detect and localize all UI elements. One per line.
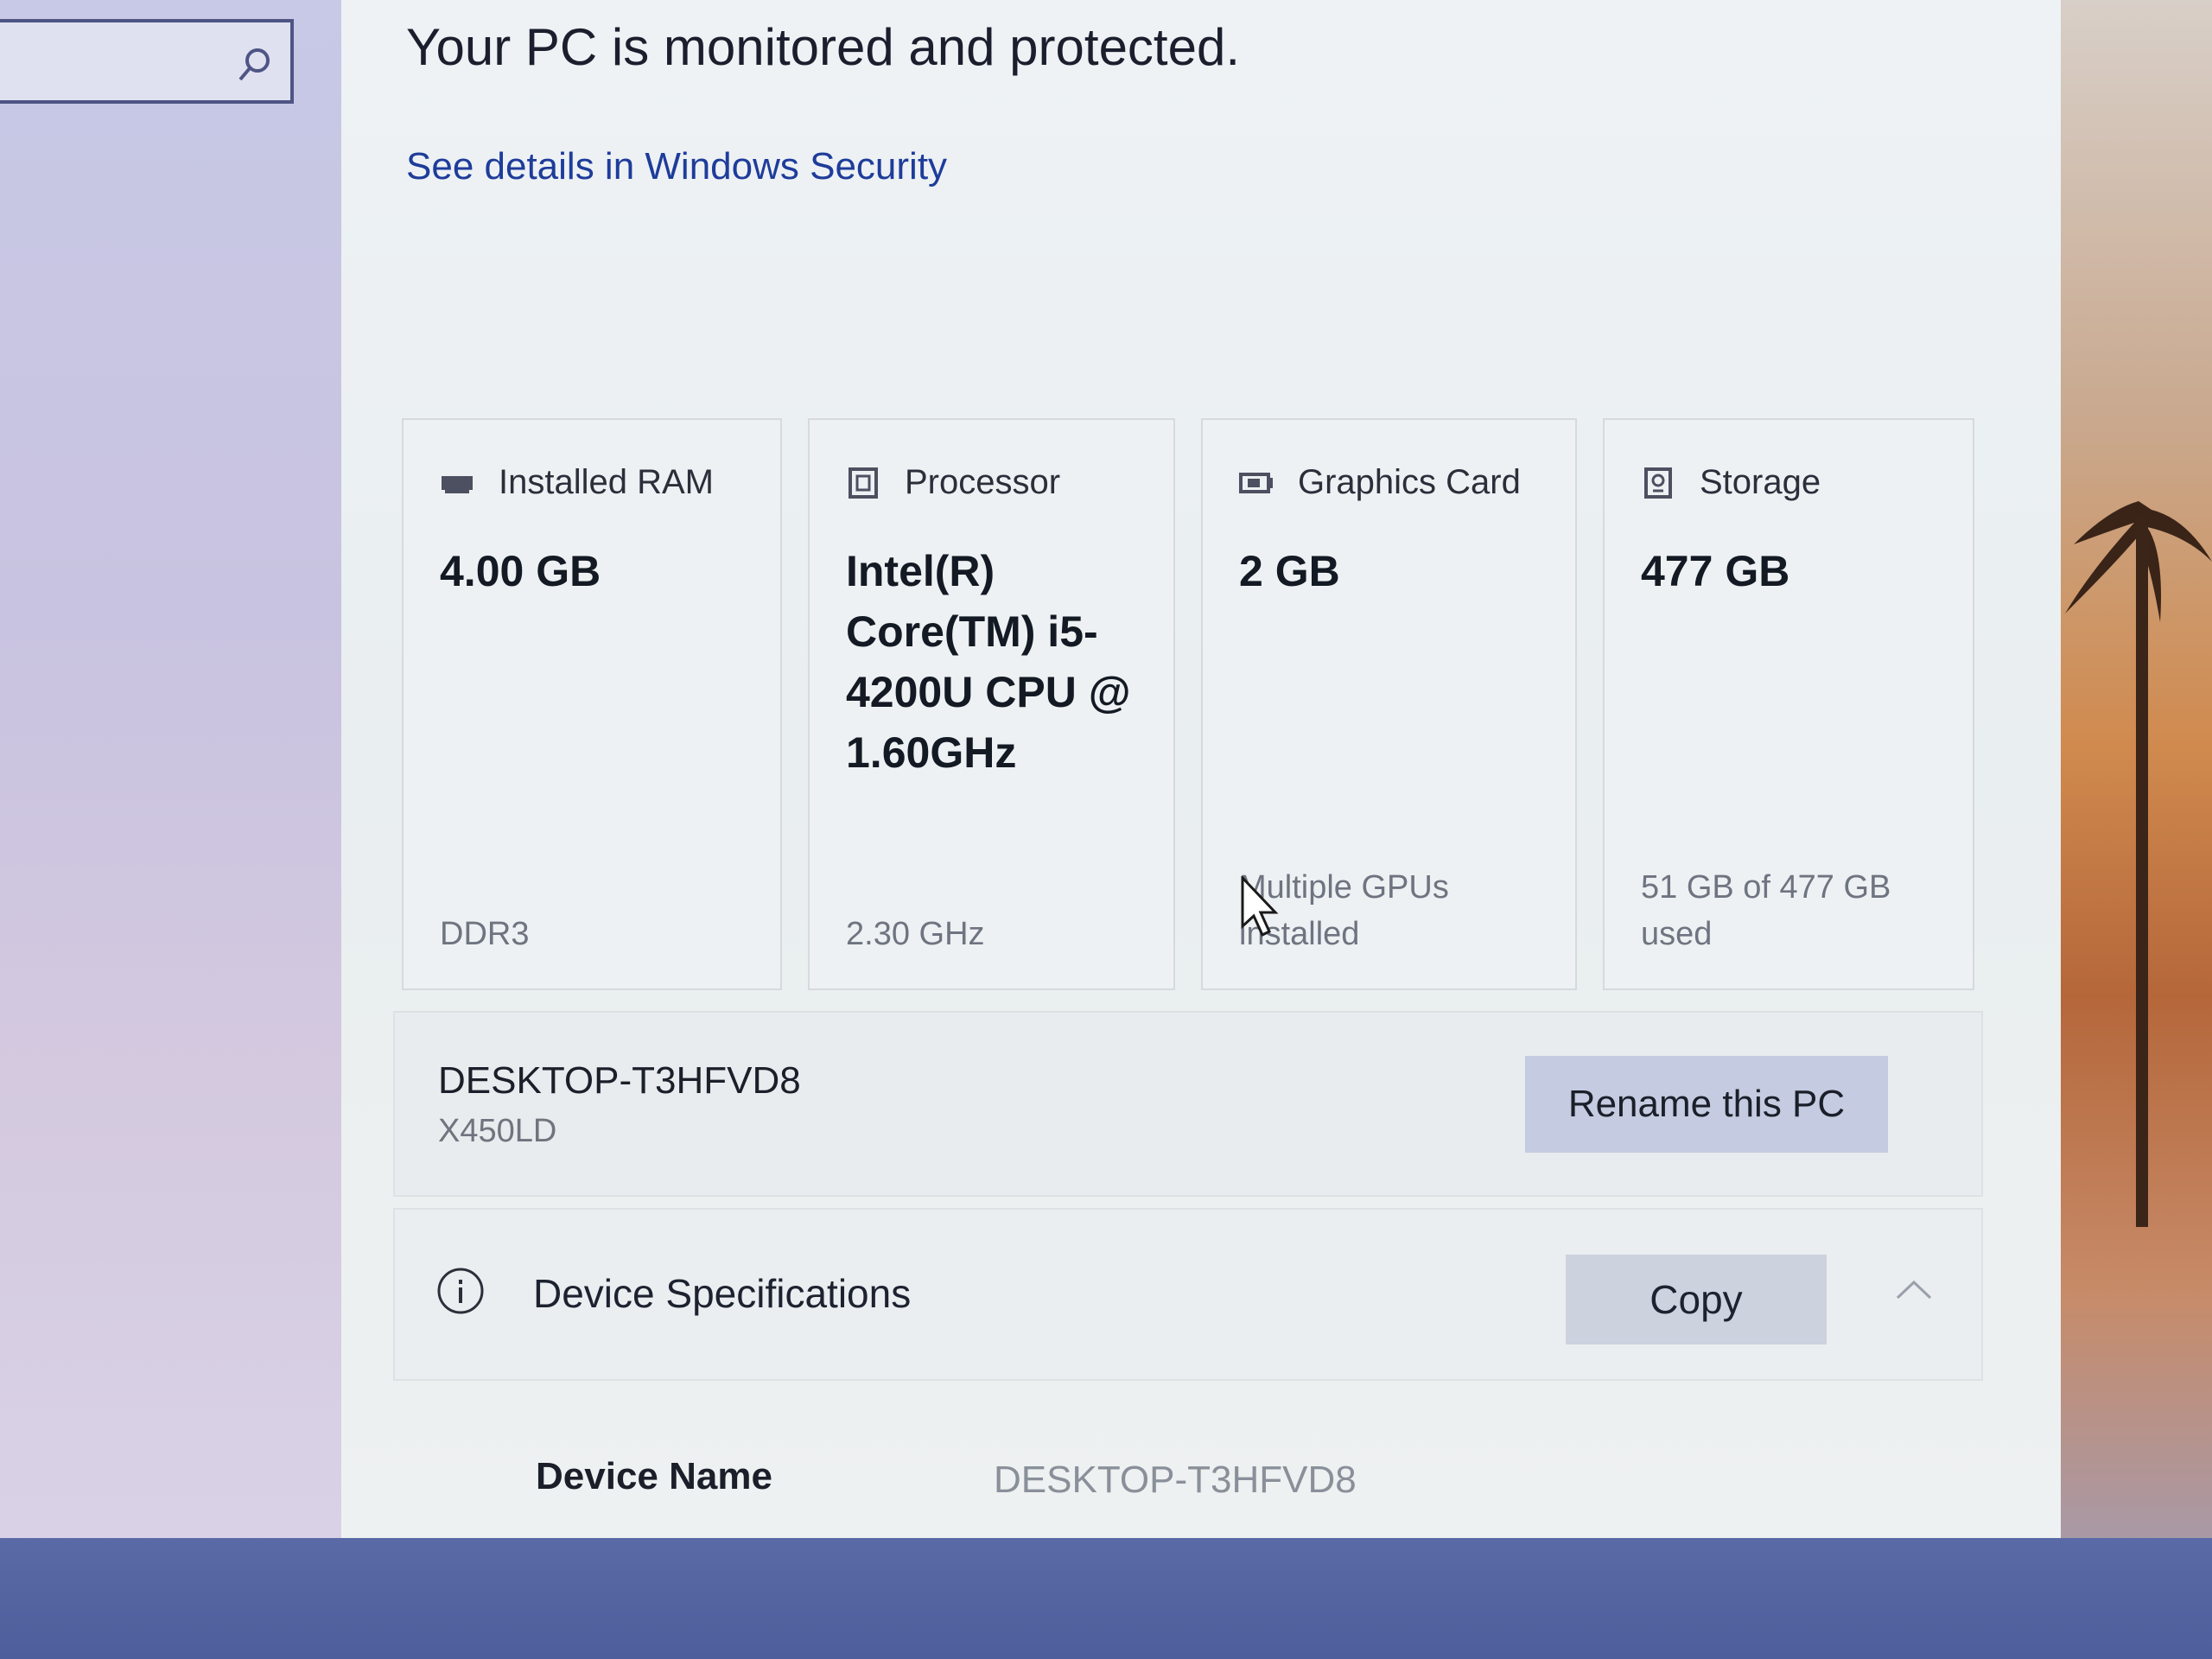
hardware-cards: Installed RAM 4.00 GB DDR3 Processor Int… bbox=[402, 418, 1987, 990]
card-subtext: DDR3 bbox=[440, 916, 530, 952]
ram-icon bbox=[442, 475, 473, 493]
pc-name: DESKTOP-T3HFVD8 bbox=[438, 1059, 801, 1102]
mouse-cursor-icon bbox=[1241, 876, 1279, 937]
palm-tree-image bbox=[2065, 501, 2212, 1227]
rename-pc-button[interactable]: Rename this PC bbox=[1525, 1056, 1888, 1153]
spec-value-device-name: DESKTOP-T3HFVD8 bbox=[994, 1459, 1357, 1501]
card-label: Processor bbox=[905, 463, 1061, 501]
settings-sidebar bbox=[0, 0, 341, 1538]
card-subtext: 2.30 GHz bbox=[846, 916, 985, 952]
storage-icon bbox=[1644, 467, 1672, 499]
windows-security-link[interactable]: See details in Windows Security bbox=[406, 145, 947, 188]
card-label: Storage bbox=[1700, 463, 1821, 501]
copy-button[interactable]: Copy bbox=[1566, 1255, 1827, 1344]
card-value: 477 GB bbox=[1641, 547, 1790, 595]
pc-model: X450LD bbox=[438, 1113, 557, 1149]
taskbar-area bbox=[0, 1538, 2212, 1659]
protection-status-title: Your PC is monitored and protected. bbox=[406, 18, 1241, 76]
info-icon bbox=[437, 1268, 484, 1314]
card-label: Graphics Card bbox=[1298, 463, 1521, 501]
card-value: 2 GB bbox=[1239, 547, 1340, 595]
search-input[interactable] bbox=[0, 19, 294, 104]
card-value: Intel(R) Core(TM) i5-4200U CPU @ 1.60GHz bbox=[846, 547, 1131, 777]
card-processor: Processor Intel(R) Core(TM) i5-4200U CPU… bbox=[808, 418, 1175, 990]
processor-icon bbox=[849, 467, 878, 499]
card-label: Installed RAM bbox=[499, 463, 714, 501]
device-specifications-title: Device Specifications bbox=[533, 1271, 912, 1316]
card-storage: Storage 477 GB 51 GB of 477 GB used bbox=[1603, 418, 1974, 990]
chevron-up-icon[interactable] bbox=[1892, 1275, 1936, 1303]
graphics-card-icon bbox=[1239, 472, 1273, 493]
card-installed-ram: Installed RAM 4.00 GB DDR3 bbox=[402, 418, 782, 990]
card-value: 4.00 GB bbox=[440, 547, 601, 595]
card-subtext: Multiple GPUs installed bbox=[1239, 869, 1449, 952]
search-icon[interactable] bbox=[235, 45, 275, 85]
card-subtext: 51 GB of 477 GB used bbox=[1641, 869, 1891, 952]
spec-key-device-name: Device Name bbox=[536, 1455, 772, 1497]
